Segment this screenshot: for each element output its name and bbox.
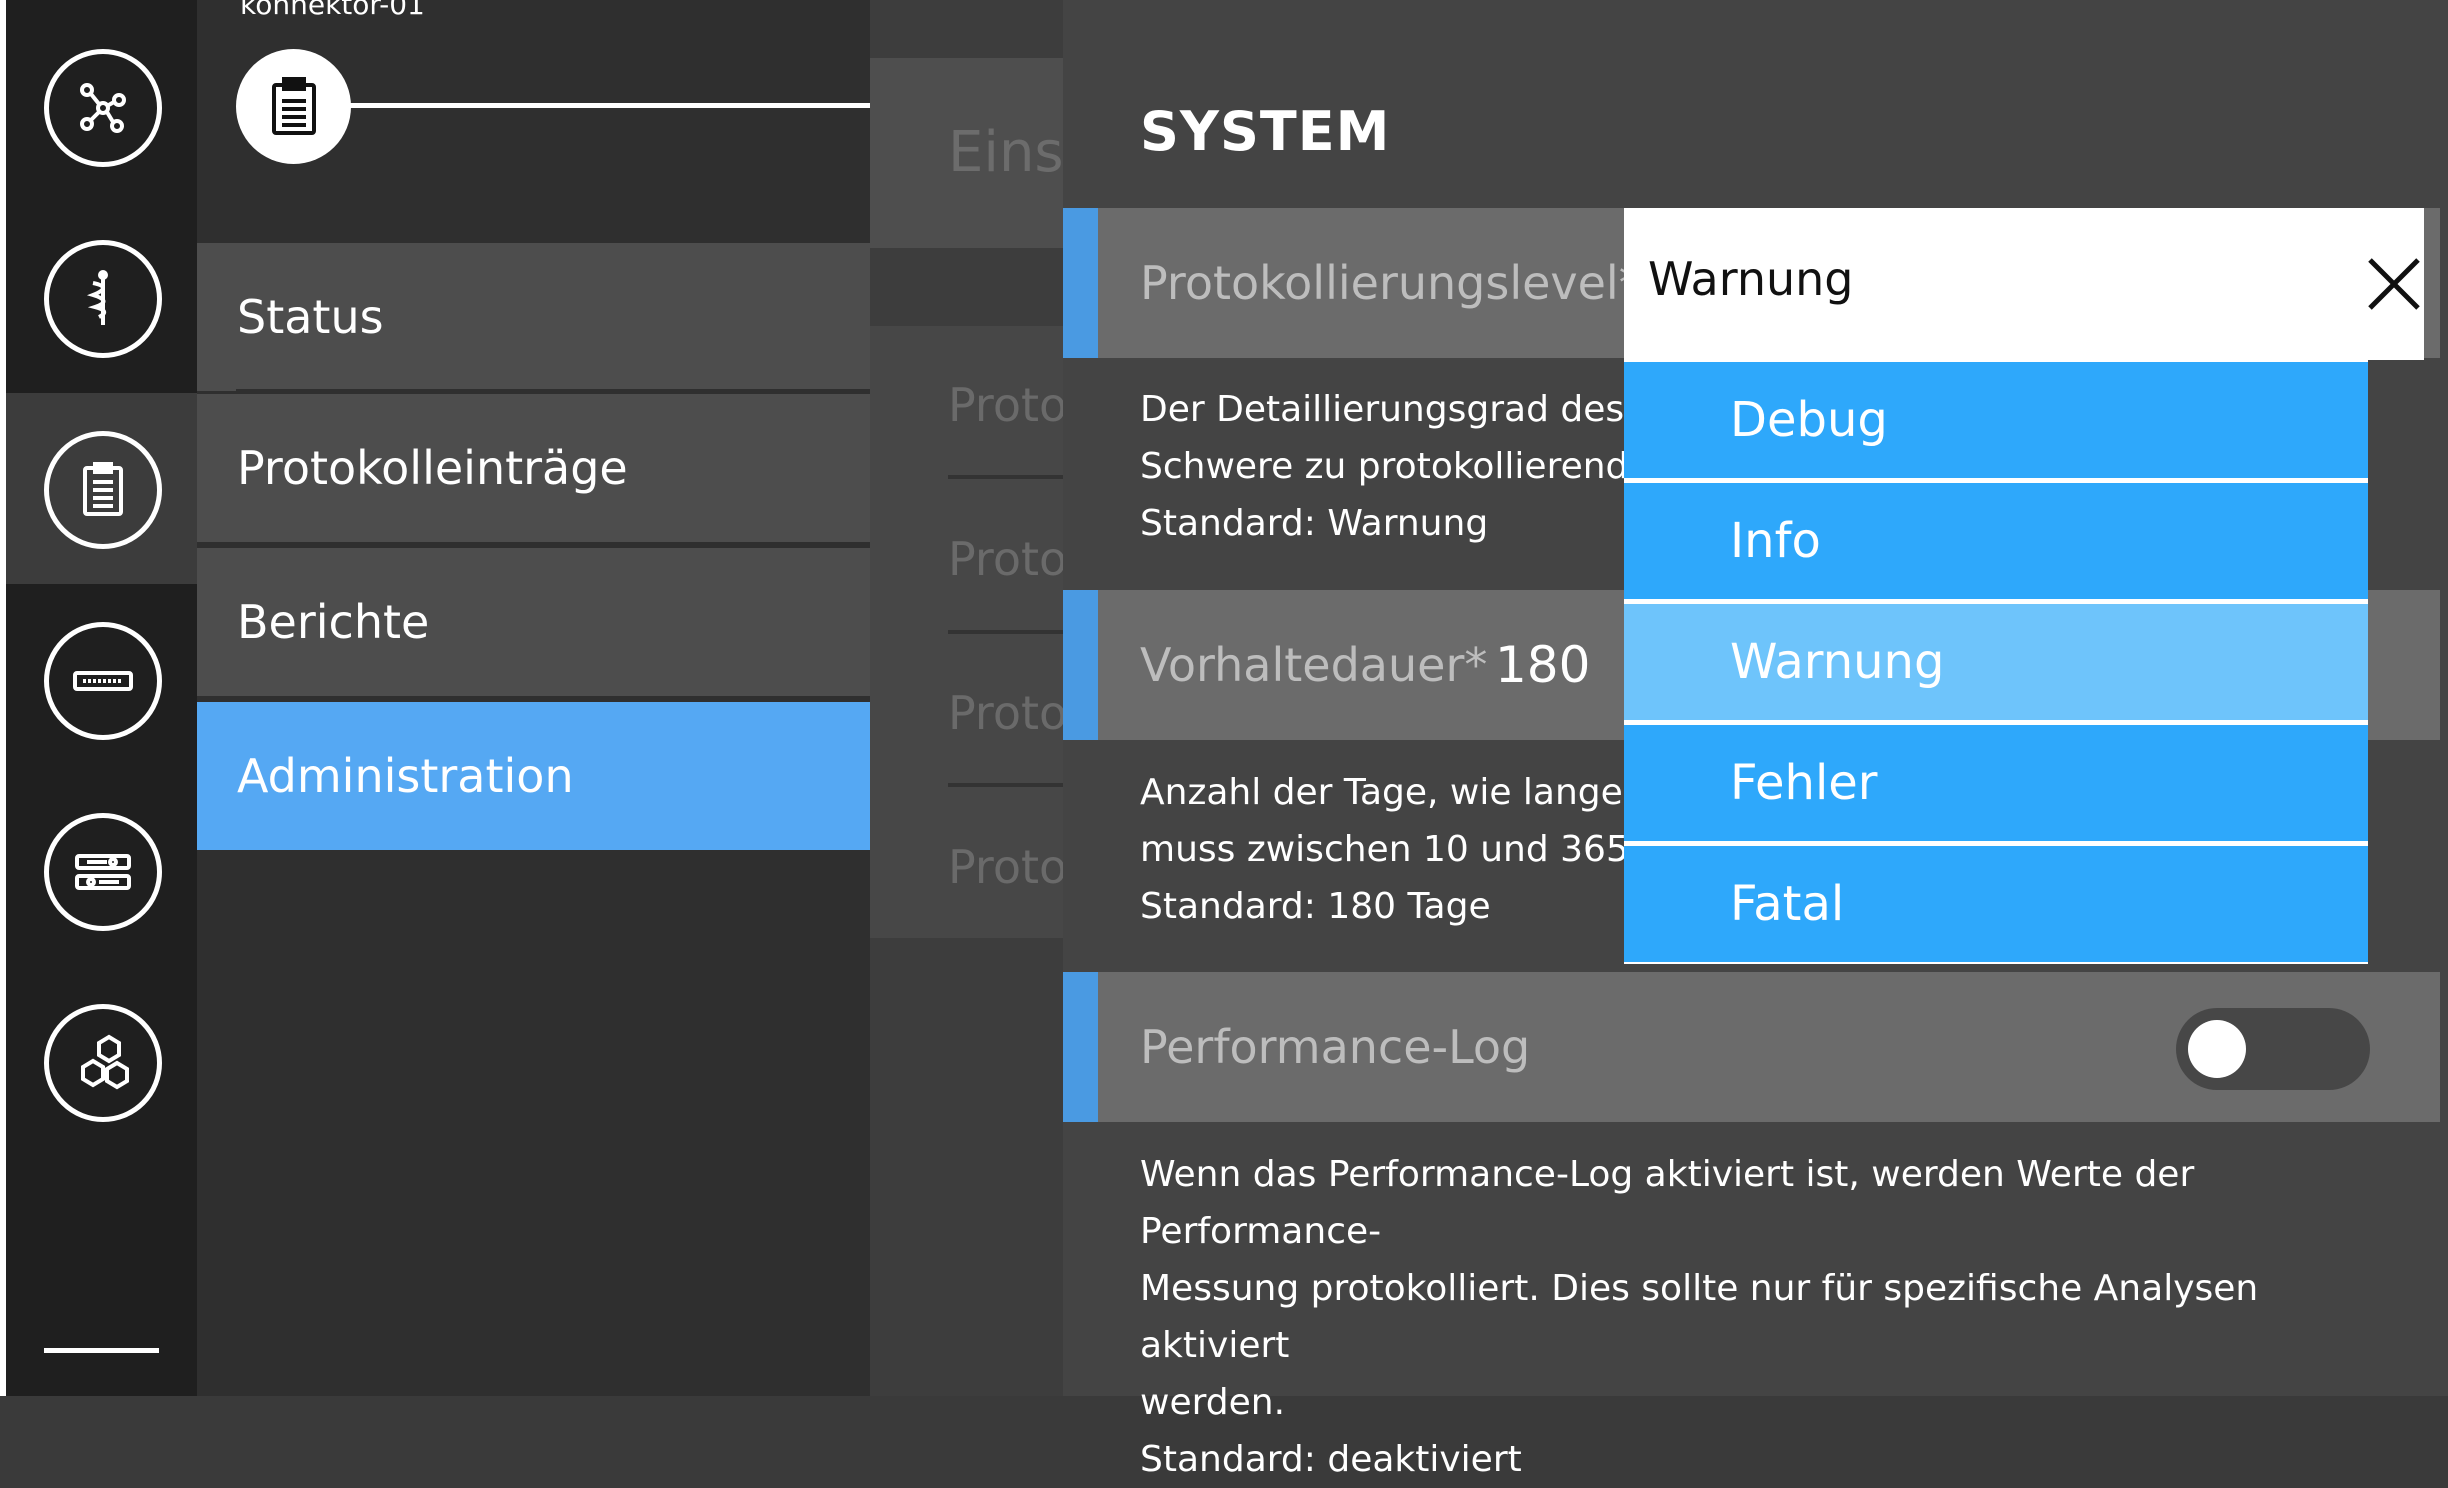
rail-settings-button[interactable]	[6, 775, 197, 966]
row-accent-bar	[1063, 972, 1098, 1122]
icon-rail	[0, 0, 197, 1396]
navigation-column	[197, 0, 870, 1396]
rail-device-button[interactable]	[6, 584, 197, 775]
close-icon[interactable]	[2364, 254, 2424, 314]
settings-list-item[interactable]: Protol	[948, 532, 1080, 586]
settings-list-divider	[948, 475, 1063, 479]
row-accent-bar	[1063, 208, 1098, 358]
rail-protocol-button[interactable]	[6, 393, 197, 584]
settings-list-item[interactable]: Protol	[948, 840, 1080, 894]
settings-list-item[interactable]: Protol	[948, 378, 1080, 432]
settings-sliders-icon	[44, 813, 162, 931]
nav-item-status[interactable]: Status	[197, 243, 870, 391]
nav-item-label: Berichte	[237, 595, 430, 649]
settings-list-divider	[948, 630, 1063, 634]
nav-item-label: Protokolleinträge	[237, 441, 628, 495]
nav-item-reports[interactable]: Berichte	[197, 548, 870, 696]
rail-network-button[interactable]	[6, 11, 197, 202]
breadcrumb-clipboard-button[interactable]	[236, 49, 351, 164]
settings-list-item[interactable]: Protol	[948, 686, 1080, 740]
toggle-knob	[2188, 1020, 2246, 1078]
description-line: Messung protokolliert. Dies sollte nur f…	[1140, 1268, 2259, 1366]
log-level-select-value: Warnung	[1648, 252, 1854, 306]
rail-medical-button[interactable]	[6, 202, 197, 393]
rail-divider	[44, 1348, 159, 1353]
clipboard-icon	[44, 431, 162, 549]
nav-item-label: Administration	[237, 749, 574, 803]
settings-list-divider	[948, 783, 1063, 787]
breadcrumb-line	[340, 103, 870, 108]
device-name-label: konnektor-01	[240, 0, 425, 21]
caduceus-icon	[44, 240, 162, 358]
dropdown-option-info[interactable]: Info	[1624, 483, 2368, 599]
dropdown-option-warnung[interactable]: Warnung	[1624, 604, 2368, 720]
page-title: SYSTEM	[1140, 100, 1391, 163]
nav-item-label: Status	[237, 290, 384, 344]
network-icon	[44, 49, 162, 167]
description-line: werden.	[1140, 1382, 1286, 1423]
hexagons-icon	[44, 1004, 162, 1122]
retention-label: Vorhaltedauer*	[1140, 638, 1488, 692]
performance-log-description: Wenn das Performance-Log aktiviert ist, …	[1140, 1146, 2370, 1488]
performance-log-label: Performance-Log	[1140, 1020, 1531, 1074]
dropdown-option-debug[interactable]: Debug	[1624, 362, 2368, 478]
nav-item-administration[interactable]: Administration	[197, 702, 870, 850]
description-line: Standard: deaktiviert	[1140, 1439, 1522, 1480]
device-icon	[44, 622, 162, 740]
description-line: Wenn das Performance-Log aktiviert ist, …	[1140, 1154, 2195, 1252]
dropdown-option-fehler[interactable]: Fehler	[1624, 725, 2368, 841]
rail-modules-button[interactable]	[6, 966, 197, 1157]
clipboard-icon	[272, 77, 316, 135]
dropdown-option-fatal[interactable]: Fatal	[1624, 846, 2368, 962]
log-level-label: Protokollierungslevel*	[1140, 256, 1642, 310]
nav-item-protocol-entries[interactable]: Protokolleinträge	[197, 394, 870, 542]
retention-input[interactable]: 180	[1495, 636, 1590, 694]
row-accent-bar	[1063, 590, 1098, 740]
